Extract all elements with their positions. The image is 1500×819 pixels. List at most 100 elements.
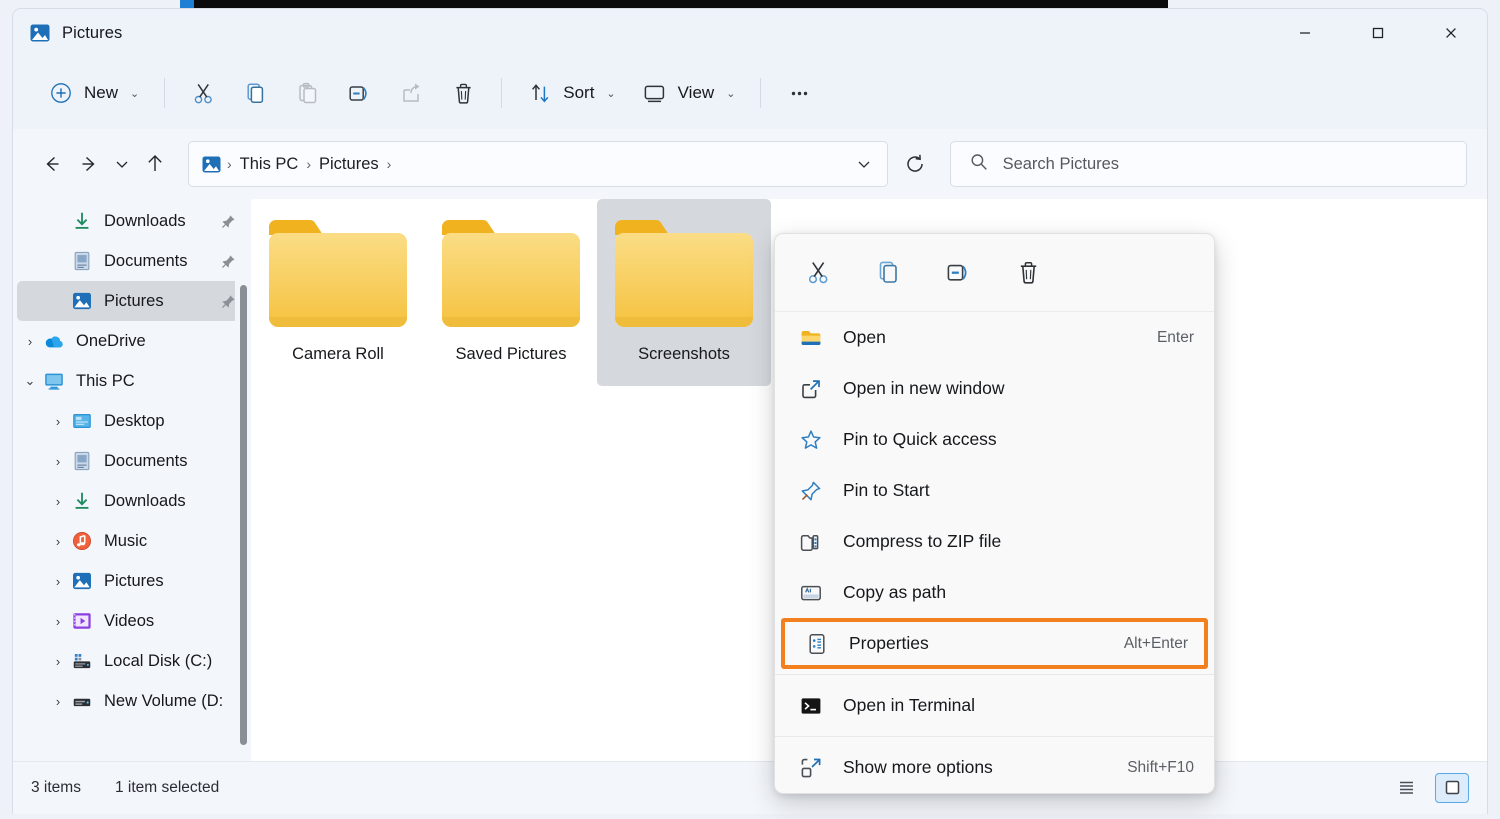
delete-icon-button[interactable] bbox=[1007, 252, 1049, 294]
selection-label: 1 item selected bbox=[114, 778, 220, 796]
terminal-icon bbox=[799, 694, 823, 718]
breadcrumb-separator: › bbox=[386, 156, 392, 172]
see-more-button[interactable] bbox=[773, 71, 825, 115]
address-dropdown-chevron-icon[interactable] bbox=[847, 145, 881, 183]
address-bar[interactable]: › This PC › Pictures › bbox=[187, 141, 888, 187]
maximize-button[interactable] bbox=[1341, 9, 1414, 57]
forward-button[interactable] bbox=[71, 144, 109, 184]
context-menu-item-pin-to-start[interactable]: Pin to Start bbox=[775, 465, 1214, 516]
chevron-right-icon[interactable]: › bbox=[45, 401, 71, 441]
pictures-folder-icon bbox=[201, 154, 222, 175]
thispc-icon bbox=[43, 370, 65, 392]
download-icon bbox=[71, 210, 93, 232]
copy-icon-button[interactable] bbox=[867, 252, 909, 294]
monitor-icon bbox=[642, 80, 668, 106]
close-button[interactable] bbox=[1414, 9, 1487, 57]
screen-root: Pictures New ⌄ Sort ⌄ View ⌄ › This PC ›… bbox=[0, 0, 1500, 819]
large-icons-view-button[interactable] bbox=[1435, 772, 1469, 803]
drive-icon bbox=[71, 690, 93, 712]
sidebar-item-pictures[interactable]: Pictures bbox=[17, 281, 245, 321]
chevron-down-icon: ⌄ bbox=[726, 87, 736, 100]
chevron-down-icon[interactable]: ⌄ bbox=[17, 361, 43, 401]
sidebar-item-local-disk-c[interactable]: › Local Disk (C:) bbox=[17, 641, 245, 681]
search-input[interactable]: Search Pictures bbox=[1003, 155, 1119, 174]
context-menu-divider bbox=[775, 674, 1214, 675]
breadcrumb-pictures[interactable]: Pictures bbox=[312, 151, 386, 178]
cut-icon-button[interactable] bbox=[797, 252, 839, 294]
chevron-right-icon[interactable]: › bbox=[45, 561, 71, 601]
chevron-right-icon[interactable]: › bbox=[45, 441, 71, 481]
chevron-right-icon[interactable]: › bbox=[45, 601, 71, 641]
context-menu-item-open-in-new-window[interactable]: Open in new window bbox=[775, 363, 1214, 414]
back-button[interactable] bbox=[33, 144, 71, 184]
context-menu-item-compress-to-zip-file[interactable]: Compress to ZIP file bbox=[775, 516, 1214, 567]
file-explorer-window: Pictures New ⌄ Sort ⌄ View ⌄ › This PC ›… bbox=[12, 8, 1488, 814]
details-view-button[interactable] bbox=[1389, 773, 1423, 803]
rename-icon-button[interactable] bbox=[937, 252, 979, 294]
toolbar-divider-2 bbox=[501, 78, 503, 108]
minimize-button[interactable] bbox=[1268, 9, 1341, 57]
chevron-down-icon: ⌄ bbox=[130, 87, 140, 100]
context-menu-items: Open Enter Open in new window Pin to Quick … bbox=[775, 312, 1214, 793]
rename-button[interactable] bbox=[333, 71, 385, 115]
sidebar-item-documents[interactable]: Documents bbox=[17, 241, 245, 281]
sidebar-item-documents[interactable]: › Documents bbox=[17, 441, 245, 481]
chevron-right-icon[interactable]: › bbox=[17, 321, 43, 361]
context-menu-item-label: Pin to Quick access bbox=[843, 429, 997, 449]
sidebar-scrollbar-track[interactable] bbox=[235, 199, 251, 761]
sidebar-item-label: Pictures bbox=[104, 571, 164, 590]
search-box[interactable]: Search Pictures bbox=[949, 141, 1467, 187]
cut-button[interactable] bbox=[177, 71, 229, 115]
new-button[interactable]: New ⌄ bbox=[35, 71, 152, 115]
folder-icon bbox=[263, 213, 413, 335]
sidebar-item-label: Downloads bbox=[104, 491, 186, 510]
context-menu-item-open[interactable]: Open Enter bbox=[775, 312, 1214, 363]
copy-icon bbox=[242, 80, 268, 106]
chevron-right-icon[interactable]: › bbox=[45, 641, 71, 681]
sidebar-item-pictures[interactable]: › Pictures bbox=[17, 561, 245, 601]
chevron-right-icon[interactable]: › bbox=[45, 521, 71, 561]
context-menu-item-copy-as-path[interactable]: Copy as path bbox=[775, 567, 1214, 618]
folder-tile[interactable]: Camera Roll bbox=[251, 199, 425, 386]
onedrive-icon bbox=[43, 330, 65, 352]
sidebar-item-this-pc[interactable]: ⌄ This PC bbox=[17, 361, 245, 401]
sidebar-item-desktop[interactable]: › Desktop bbox=[17, 401, 245, 441]
refresh-button[interactable] bbox=[896, 144, 934, 184]
context-menu-item-pin-to-quick-access[interactable]: Pin to Quick access bbox=[775, 414, 1214, 465]
sidebar-item-videos[interactable]: › Videos bbox=[17, 601, 245, 641]
folder-tile-label: Screenshots bbox=[638, 345, 730, 363]
sidebar-item-music[interactable]: › Music bbox=[17, 521, 245, 561]
context-menu-item-label: Open in Terminal bbox=[843, 695, 975, 715]
new-window-icon bbox=[799, 377, 823, 401]
share-button[interactable] bbox=[385, 71, 437, 115]
context-menu-item-show-more-options[interactable]: Show more options Shift+F10 bbox=[775, 742, 1214, 793]
paste-button[interactable] bbox=[281, 71, 333, 115]
view-button[interactable]: View ⌄ bbox=[629, 71, 749, 115]
sidebar-item-downloads[interactable]: Downloads bbox=[17, 201, 245, 241]
recent-locations-button[interactable] bbox=[108, 144, 136, 184]
sidebar-item-label: Documents bbox=[104, 251, 188, 270]
sort-button[interactable]: Sort ⌄ bbox=[514, 71, 628, 115]
folder-tile[interactable]: Saved Pictures bbox=[424, 199, 598, 386]
breadcrumb-this-pc[interactable]: This PC bbox=[233, 151, 306, 178]
chevron-right-icon[interactable]: › bbox=[45, 681, 71, 721]
share-icon bbox=[398, 80, 424, 106]
harddisk-icon bbox=[71, 650, 93, 672]
context-menu-item-properties[interactable]: Properties Alt+Enter bbox=[781, 618, 1208, 669]
copy-button[interactable] bbox=[229, 71, 281, 115]
sidebar-item-new-volume-d[interactable]: › New Volume (D: bbox=[17, 681, 245, 721]
context-menu-item-shortcut: Alt+Enter bbox=[1123, 634, 1188, 652]
sidebar-scrollbar-thumb[interactable] bbox=[240, 285, 247, 745]
scissors-icon bbox=[190, 80, 216, 106]
up-button[interactable] bbox=[136, 144, 174, 184]
toolbar-divider-3 bbox=[760, 78, 762, 108]
context-menu-item-open-in-terminal[interactable]: Open in Terminal bbox=[775, 680, 1214, 731]
status-bar: 3 items 1 item selected bbox=[13, 761, 1487, 813]
address-bar-row: › This PC › Pictures › Search Pictures bbox=[13, 129, 1487, 199]
sidebar-item-downloads[interactable]: › Downloads bbox=[17, 481, 245, 521]
chevron-right-icon[interactable]: › bbox=[45, 481, 71, 521]
sidebar-item-onedrive[interactable]: › OneDrive bbox=[17, 321, 245, 361]
context-menu-toolstrip bbox=[775, 234, 1214, 312]
folder-tile[interactable]: Screenshots bbox=[597, 199, 771, 386]
delete-button[interactable] bbox=[437, 71, 489, 115]
